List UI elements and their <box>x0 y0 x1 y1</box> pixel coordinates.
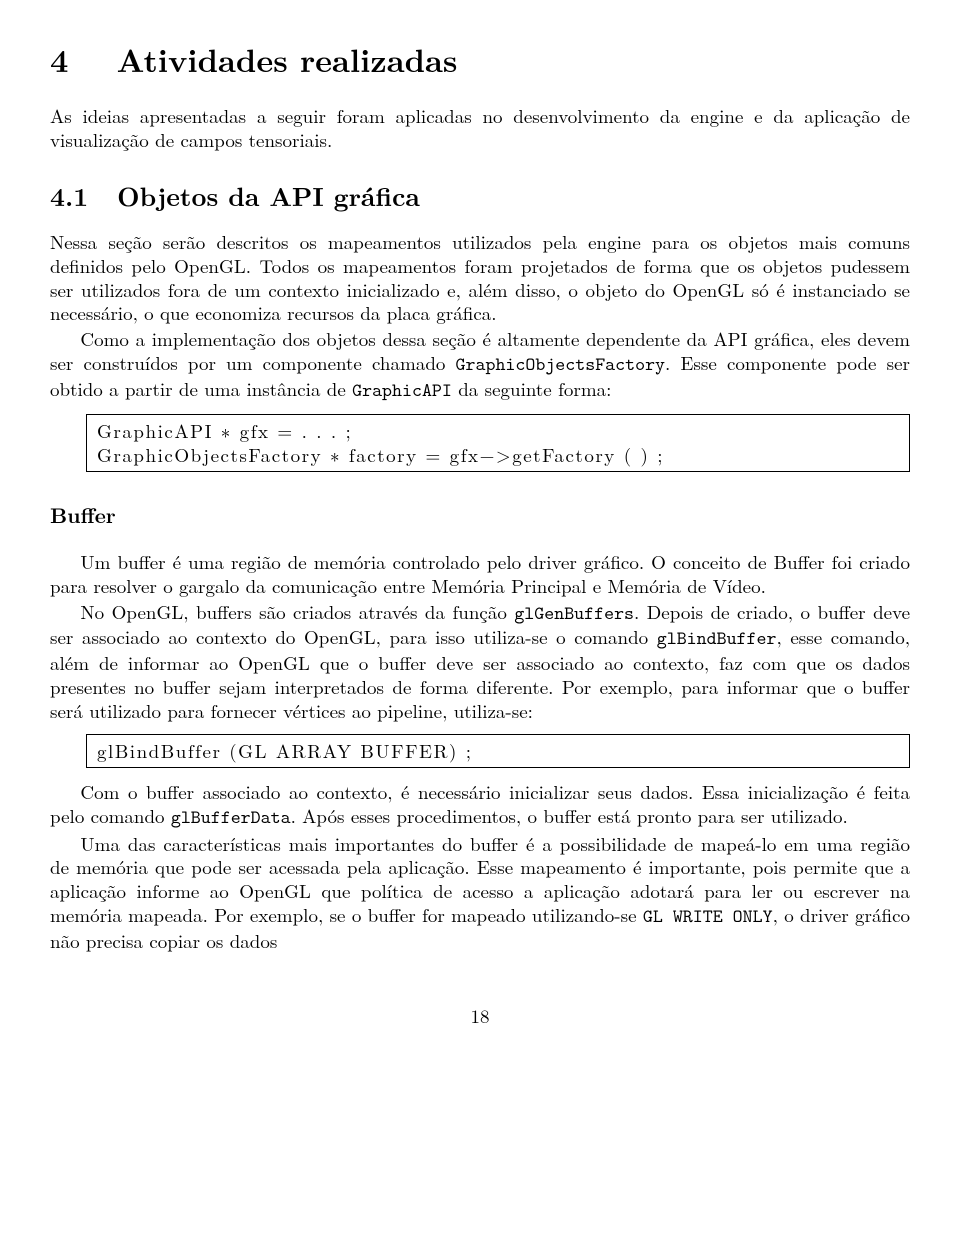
buffer-p3: Com o buffer associado ao contexto, é ne… <box>50 780 910 830</box>
code-block-bindbuffer: glBindBuffer (GL ARRAY BUFFER) ; <box>86 734 910 768</box>
subsection-number: 4.1 <box>50 180 107 213</box>
buffer-p2: No OpenGL, buffers são criados através d… <box>50 600 910 723</box>
code-glwriteonly: GL WRITE ONLY <box>643 904 773 929</box>
subsection-heading: 4.1 Objetos da API gráfica <box>50 180 910 213</box>
buffer-p1: Um buffer é uma região de memória contro… <box>50 550 910 598</box>
code-graphicobjectsfactory: GraphicObjectsFactory <box>456 352 665 377</box>
code-graphicapi: GraphicAPI <box>352 378 452 403</box>
subsection-p2: Como a implementação dos objetos dessa s… <box>50 327 910 402</box>
section-intro: As ideias apresentadas a seguir foram ap… <box>50 104 910 152</box>
code-glbindbuffer: glBindBuffer <box>657 626 777 651</box>
section-heading: 4 Atividades realizadas <box>50 40 910 80</box>
subsection-p1: Nessa seção serão descritos os mapeament… <box>50 230 910 325</box>
code-block-factory: GraphicAPI ∗ gfx = . . . ; GraphicObject… <box>86 414 910 472</box>
section-number: 4 <box>50 40 104 80</box>
section-title: Atividades realizadas <box>117 37 458 82</box>
buffer-p4: Uma das características mais importantes… <box>50 832 910 953</box>
code-glgenbuffers: glGenBuffers <box>514 601 634 626</box>
subsection-title: Objetos da API gráfica <box>117 177 420 214</box>
buffer-heading: Buffer <box>50 502 910 528</box>
code-glbufferdata: glBufferData <box>171 805 291 830</box>
page-number: 18 <box>50 1004 910 1028</box>
